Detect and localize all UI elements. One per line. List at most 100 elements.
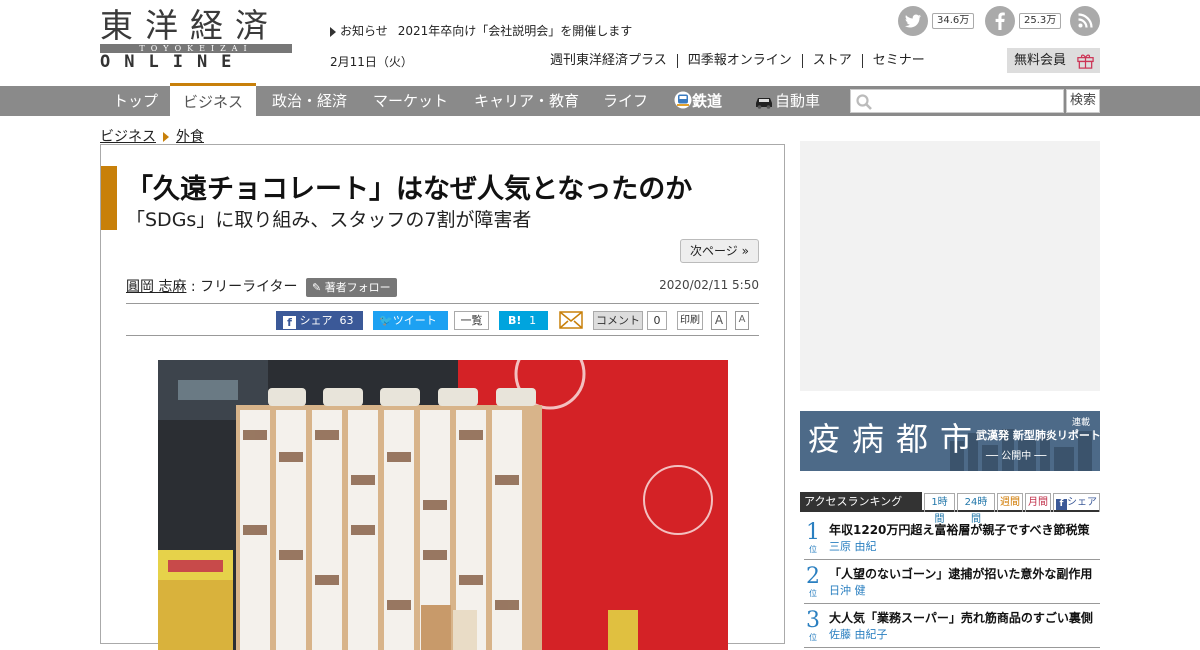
hatena-icon: B!: [508, 314, 522, 327]
sidebar-ad[interactable]: [800, 141, 1100, 391]
ranking-tab-share[interactable]: f シェア: [1053, 493, 1100, 512]
author-line: 圓岡 志麻 : フリーライター ✎ 著者フォロー: [126, 276, 397, 297]
link-store[interactable]: ストア: [801, 54, 862, 68]
facebook-share-label: シェア: [299, 314, 333, 327]
rank-title: 「人望のないゴーン」逮捕が招いた意外な副作用: [829, 567, 1093, 581]
ranking-header: アクセスランキング 1時間 24時間 週間 月間 f シェア: [800, 492, 1100, 525]
nav-railway-label: 鉄道: [692, 92, 723, 110]
link-weekly-plus[interactable]: 週刊東洋経済プラス: [540, 54, 677, 68]
search-icon: [856, 94, 872, 110]
nav-business[interactable]: ビジネス: [170, 83, 257, 116]
ranking-title: アクセスランキング: [800, 492, 922, 512]
ranking-tab-month[interactable]: 月間: [1025, 493, 1051, 512]
tweet-button[interactable]: 🐦ツイート: [373, 311, 448, 330]
rank-title: 年収1220万円超え富裕層が親子ですべき節税策: [829, 523, 1090, 537]
follow-label: 著者フォロー: [324, 280, 391, 294]
comment-count: 0: [647, 311, 667, 330]
nav-automobile-label: 自動車: [775, 92, 821, 110]
logo-japanese: 東洋経済: [100, 6, 280, 45]
ranking-tab-share-label: シェア: [1067, 497, 1097, 508]
comment-button[interactable]: コメント: [593, 311, 643, 330]
car-icon: [756, 98, 772, 109]
play-arrow-icon: [330, 26, 336, 37]
ranking-tab-week[interactable]: 週間: [997, 493, 1023, 512]
ranking-tab-1h[interactable]: 1時間: [924, 493, 955, 525]
banner-title: 疫病都市: [808, 420, 985, 458]
current-date: 2月11日（火）: [330, 55, 413, 69]
article-photo: [158, 360, 728, 650]
link-shikiho[interactable]: 四季報オンライン: [676, 54, 802, 68]
chocolate-shelf-image: [158, 360, 728, 650]
rank-unit: 位: [809, 633, 817, 642]
author-name[interactable]: 圓岡 志麻: [126, 279, 186, 295]
breadcrumb-arrow-icon: [163, 132, 169, 142]
share-bar: f シェア 63 🐦ツイート 一覧 B! 1 コメント 0 印刷 A A: [126, 303, 759, 336]
news-text[interactable]: 2021年卒向け「会社説明会」を開催します: [398, 24, 633, 38]
facebook-icon: f: [283, 316, 296, 329]
article-title: 「久遠チョコレート」はなぜ人気となったのか: [126, 174, 693, 205]
news-notice[interactable]: お知らせ 2021年卒向け「会社説明会」を開催します: [330, 22, 632, 39]
font-small-button[interactable]: A: [735, 311, 749, 330]
member-label: 無料会員: [1014, 53, 1067, 68]
breadcrumb-restaurant[interactable]: 外食: [176, 129, 204, 145]
series-banner[interactable]: 疫病都市 武漢発 新型肺炎リポート ── 公開中 ── 連載: [800, 411, 1100, 471]
news-label: お知らせ: [340, 24, 388, 38]
nav-career-education[interactable]: キャリア・教育: [474, 86, 579, 116]
breadcrumb-business[interactable]: ビジネス: [100, 129, 156, 145]
author-role: : フリーライター: [190, 279, 298, 295]
mail-icon[interactable]: [559, 311, 583, 330]
facebook-count: 25.3万: [1019, 13, 1062, 29]
facebook-icon[interactable]: [985, 6, 1015, 36]
twitter-icon: 🐦: [379, 314, 393, 327]
rank-author: 日沖 健: [829, 584, 866, 597]
ranking-tab-24h[interactable]: 24時間: [957, 493, 995, 525]
pen-icon: ✎: [311, 280, 325, 294]
next-page-button[interactable]: 次ページ »: [680, 239, 759, 263]
rank-unit: 位: [809, 545, 817, 554]
nav-railway[interactable]: 鉄道: [674, 86, 722, 116]
main-nav: トップ ビジネス 政治・経済 マーケット キャリア・教育 ライフ 鉄道 自動車 …: [0, 83, 1200, 116]
rank-author: 佐藤 由紀子: [829, 628, 888, 641]
tweet-label: ツイート: [392, 314, 437, 327]
facebook-share-count: 63: [339, 314, 354, 327]
hatena-count: 1: [529, 314, 537, 327]
access-ranking: アクセスランキング 1時間 24時間 週間 月間 f シェア 1 位 年収1220…: [800, 492, 1100, 648]
ranking-item-1[interactable]: 1 位 年収1220万円超え富裕層が親子ですべき節税策 三原 由紀: [804, 518, 1100, 560]
banner-subtitle: 武漢発 新型肺炎リポート: [976, 429, 1100, 442]
train-icon: [674, 91, 692, 109]
publish-date: 2020/02/11 5:50: [659, 278, 759, 292]
nav-life[interactable]: ライフ: [603, 86, 648, 116]
rank-author: 三原 由紀: [829, 540, 877, 553]
rank-unit: 位: [809, 589, 817, 598]
nav-market[interactable]: マーケット: [373, 86, 448, 116]
ranking-item-2[interactable]: 2 位 「人望のないゴーン」逮捕が招いた意外な副作用 日沖 健: [804, 562, 1100, 604]
rank-number: 1: [806, 520, 820, 545]
link-seminar[interactable]: セミナー: [861, 54, 935, 68]
free-member-button[interactable]: 無料会員: [1007, 48, 1100, 73]
nav-top[interactable]: トップ: [113, 86, 158, 116]
service-links: 週刊東洋経済プラス 四季報オンライン ストア セミナー: [540, 53, 935, 68]
ranking-item-3[interactable]: 3 位 大人気「業務スーパー」売れ筋商品のすごい裏側 佐藤 由紀子: [804, 606, 1100, 648]
nav-politics-economy[interactable]: 政治・経済: [272, 86, 347, 116]
rank-number: 2: [806, 564, 820, 589]
site-header: 東洋経済 TOYOKEIZAI ONLINE お知らせ 2021年卒向け「会社説明…: [0, 0, 1200, 86]
search-button[interactable]: 検索: [1066, 89, 1100, 113]
banner-status: ── 公開中 ──: [986, 451, 1047, 462]
nav-automobile[interactable]: 自動車: [753, 86, 820, 116]
tweet-list-button[interactable]: 一覧: [454, 311, 489, 330]
breadcrumb: ビジネス 外食: [100, 126, 204, 146]
rank-number: 3: [806, 608, 820, 633]
search-input[interactable]: [850, 89, 1064, 113]
site-logo[interactable]: 東洋経済 TOYOKEIZAI ONLINE: [100, 6, 292, 72]
banner-tag: 連載: [1072, 418, 1091, 428]
twitter-icon[interactable]: [898, 6, 928, 36]
font-large-button[interactable]: A: [711, 311, 727, 330]
gift-icon: [1077, 54, 1094, 69]
facebook-share-button[interactable]: f シェア 63: [276, 311, 363, 330]
rss-icon[interactable]: [1070, 6, 1100, 36]
author-follow-button[interactable]: ✎ 著者フォロー: [305, 277, 397, 297]
logo-english: ONLINE: [100, 52, 246, 72]
facebook-icon: f: [1056, 499, 1067, 510]
print-button[interactable]: 印刷: [677, 311, 703, 330]
hatena-bookmark-button[interactable]: B! 1: [499, 311, 548, 330]
